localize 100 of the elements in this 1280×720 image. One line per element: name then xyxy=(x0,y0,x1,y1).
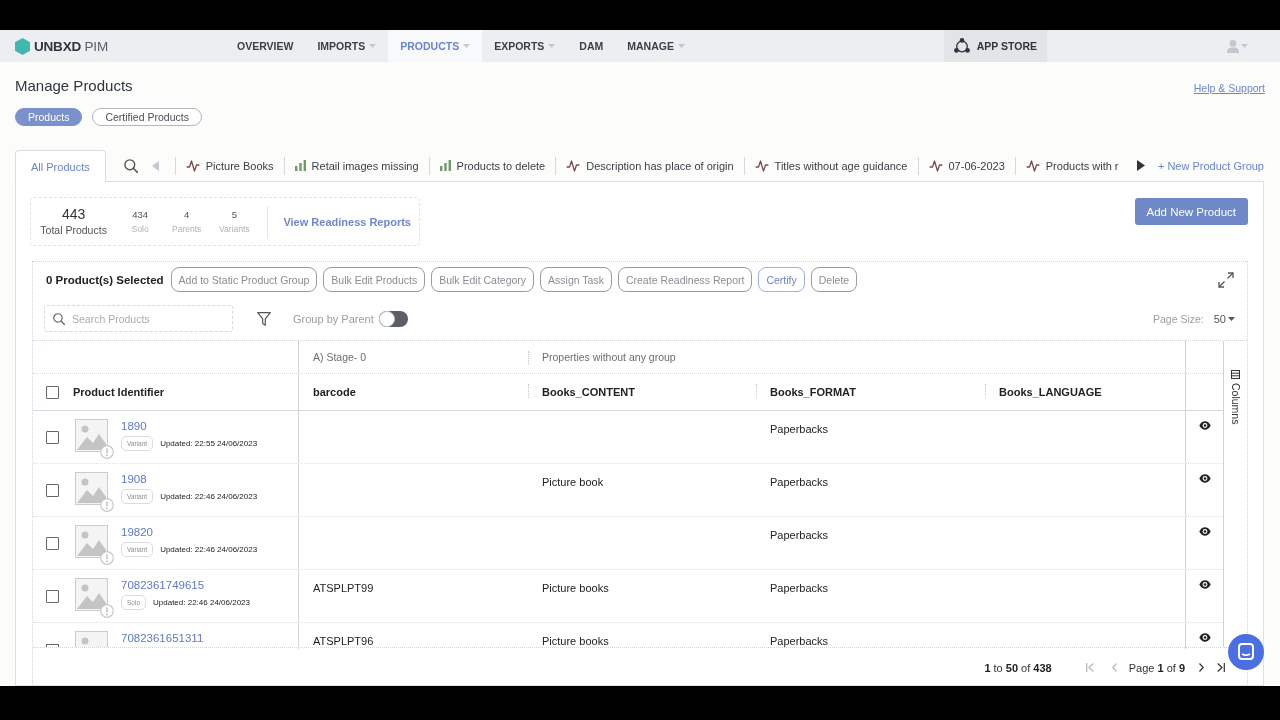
product-group-tab[interactable]: All Products xyxy=(15,150,106,182)
product-id-link[interactable]: 7082361749615 xyxy=(121,578,250,592)
count-label: Solo xyxy=(131,222,149,236)
pulse-icon xyxy=(1025,159,1040,172)
row-checkbox[interactable] xyxy=(46,590,59,603)
warning-icon xyxy=(100,551,114,565)
warning-icon xyxy=(100,498,114,512)
action-button[interactable]: Certify xyxy=(758,267,805,292)
image-placeholder-icon xyxy=(75,631,108,647)
pulse-icon xyxy=(185,159,200,172)
warning-icon xyxy=(100,445,114,459)
table-cell: Paperbacks xyxy=(770,423,829,435)
page-title: Manage Products xyxy=(15,77,133,95)
row-checkbox[interactable] xyxy=(46,644,59,647)
new-product-group-link[interactable]: + New Product Group xyxy=(1157,159,1264,172)
table-cell: ATSPLPT99 xyxy=(313,582,374,594)
column-group-header: Properties without any group xyxy=(542,351,676,363)
logo-text: UNBXD PIM xyxy=(34,38,108,54)
count-label: Parents xyxy=(172,222,202,236)
search-field[interactable]: Search Products xyxy=(44,305,233,332)
table-cell: Paperbacks xyxy=(770,476,829,488)
nav-tab[interactable]: OVERVIEW xyxy=(225,30,306,62)
eye-icon[interactable] xyxy=(1198,580,1211,589)
eye-icon[interactable] xyxy=(1198,527,1211,536)
product-group-tab[interactable]: Titles without age guidance xyxy=(743,156,918,175)
nav-tab[interactable]: PRODUCTS xyxy=(388,30,483,62)
product-group-tab[interactable]: Products to delete xyxy=(428,156,556,175)
group-by-parent-toggle[interactable] xyxy=(378,310,408,327)
network-icon xyxy=(953,38,970,54)
nav-tab[interactable]: EXPORTS xyxy=(482,30,568,62)
page-indicator: Page 1 of 9 xyxy=(1128,661,1185,674)
caret-icon xyxy=(1228,316,1235,321)
total-count: 443 xyxy=(61,206,86,223)
eye-icon[interactable] xyxy=(1198,474,1211,483)
product-group-tab[interactable]: Description has place of origin xyxy=(555,156,744,175)
pulse-icon xyxy=(928,159,943,172)
product-id-link[interactable]: 7082361651311 xyxy=(121,631,204,645)
eye-icon[interactable] xyxy=(1198,633,1211,642)
image-placeholder-icon xyxy=(75,472,108,505)
select-all-checkbox[interactable] xyxy=(46,385,59,399)
product-group-tab[interactable]: Picture Books xyxy=(174,156,284,175)
nav-tab[interactable]: IMPORTS xyxy=(305,30,389,62)
count-value: 5 xyxy=(231,207,237,222)
nav-tab[interactable]: MANAGE xyxy=(615,30,697,62)
scroll-right-icon[interactable] xyxy=(1136,160,1145,171)
product-group-tab[interactable]: Retail images missing xyxy=(283,156,429,175)
row-checkbox[interactable] xyxy=(46,431,59,444)
column-group-header: A) Stage- 0 xyxy=(313,351,367,363)
page-size-dropdown[interactable]: 50 xyxy=(1213,312,1235,325)
updated-timestamp: Updated: 22:46 24/06/2023 xyxy=(160,545,258,554)
selection-count: 0 Product(s) Selected xyxy=(46,273,164,286)
column-header: Product Identifier xyxy=(73,386,165,398)
view-tab[interactable]: Products xyxy=(15,108,83,126)
row-checkbox[interactable] xyxy=(46,484,59,497)
product-group-tab[interactable]: Products with r xyxy=(1014,156,1129,175)
table-cell: ATSPLPT96 xyxy=(313,635,374,647)
help-support-link[interactable]: Help & Support xyxy=(1193,82,1265,94)
column-header: Books_FORMAT xyxy=(770,386,856,398)
hexagon-logo-icon xyxy=(15,37,30,55)
image-placeholder-icon xyxy=(75,578,108,611)
caret-icon xyxy=(1241,44,1248,48)
pagination-range: 1 to 50 of 438 xyxy=(984,661,1052,674)
column-header: Books_LANGUAGE xyxy=(999,386,1102,398)
next-page-icon[interactable] xyxy=(1199,663,1204,672)
table-cell: Picture books xyxy=(542,635,609,647)
image-placeholder-icon xyxy=(75,419,108,452)
product-id-link[interactable]: 1890 xyxy=(121,419,258,433)
updated-timestamp: Updated: 22:55 24/06/2023 xyxy=(160,439,258,448)
filter-icon[interactable] xyxy=(257,311,271,326)
pulse-icon xyxy=(754,159,769,172)
app-store-button[interactable]: APP STORE xyxy=(943,30,1047,62)
table-cell: Paperbacks xyxy=(770,529,829,541)
expand-icon[interactable] xyxy=(1218,271,1234,288)
row-checkbox[interactable] xyxy=(46,537,59,550)
product-id-link[interactable]: 19820 xyxy=(121,525,258,539)
search-icon xyxy=(53,313,65,325)
page-size-label: Page Size: xyxy=(1152,312,1204,325)
table-cell: Picture books xyxy=(542,582,609,594)
column-header: Books_CONTENT xyxy=(542,386,635,398)
bar-chart-icon xyxy=(439,160,451,171)
count-value: 434 xyxy=(132,207,149,222)
count-value: 4 xyxy=(184,207,190,222)
nav-tab[interactable]: DAM xyxy=(567,30,616,62)
updated-timestamp: Updated: 22:46 24/06/2023 xyxy=(153,598,250,607)
count-label: Variants xyxy=(219,222,250,236)
eye-icon[interactable] xyxy=(1198,421,1211,430)
add-product-button[interactable]: Add New Product xyxy=(1134,198,1248,225)
total-label: Total Products xyxy=(40,223,107,237)
view-tab[interactable]: Certified Products xyxy=(92,108,202,126)
columns-panel-button[interactable]: Columns xyxy=(1229,370,1242,425)
group-by-parent-label: Group by Parent xyxy=(293,312,374,325)
last-page-icon[interactable] xyxy=(1217,663,1225,672)
column-header: barcode xyxy=(313,386,356,398)
readiness-reports-link[interactable]: View Readiness Reports xyxy=(283,215,411,228)
search-icon[interactable] xyxy=(123,158,138,173)
table-cell: Paperbacks xyxy=(770,582,829,594)
updated-timestamp: Updated: 22:46 24/06/2023 xyxy=(160,492,258,501)
chat-icon[interactable] xyxy=(1228,634,1264,670)
product-group-tab[interactable]: 07-06-2023 xyxy=(917,156,1015,175)
product-id-link[interactable]: 1908 xyxy=(121,472,258,486)
